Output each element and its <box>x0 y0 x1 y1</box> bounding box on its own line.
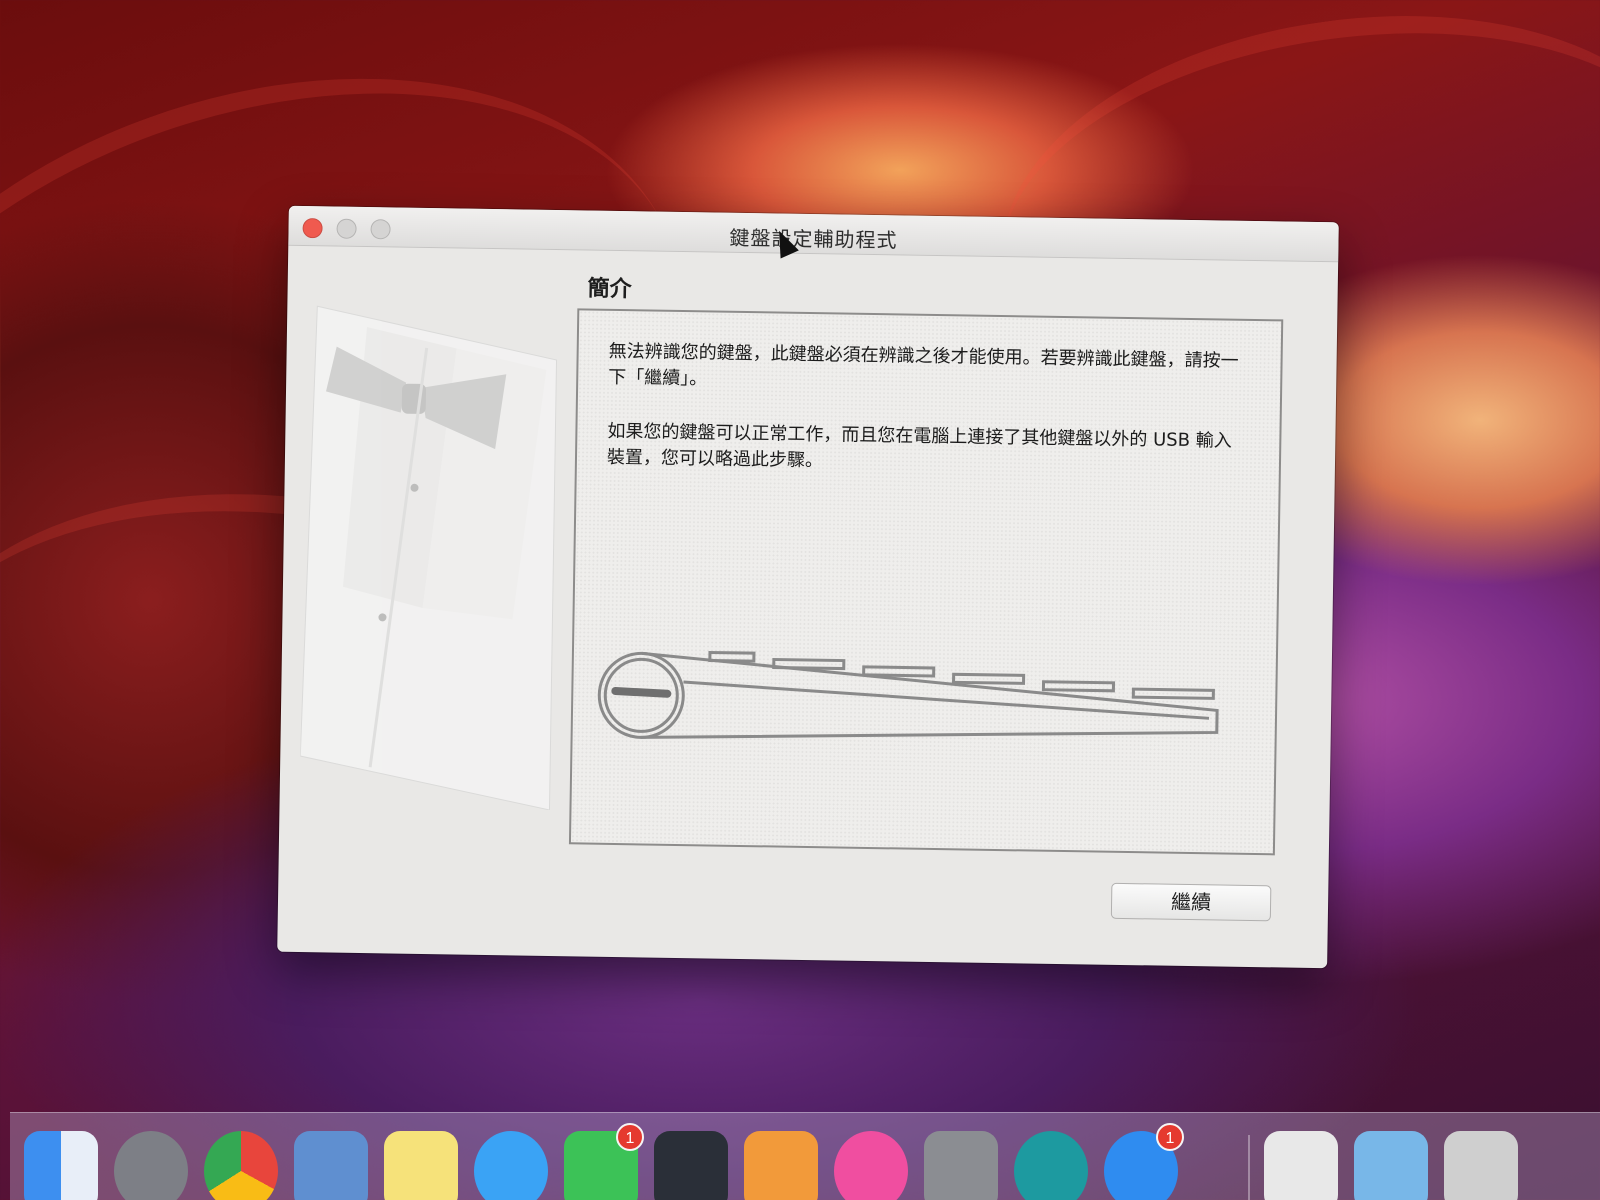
section-title: 簡介 <box>587 276 632 303</box>
intro-paragraph-1: 無法辨識您的鍵盤，此鍵盤必須在辨識之後才能使用。若要辨識此鍵盤，請按一下「繼續」… <box>608 340 1239 390</box>
notes-icon[interactable] <box>384 1131 458 1200</box>
window-title: 鍵盤設定輔助程式 <box>729 225 898 253</box>
intro-paragraph-2: 如果您的鍵盤可以正常工作，而且您在電腦上連接了其他鍵盤以外的 USB 輸入裝置，… <box>606 420 1232 472</box>
messages-icon[interactable] <box>474 1131 548 1200</box>
notification-badge: 1 <box>616 1123 644 1151</box>
numbers-icon[interactable] <box>654 1131 728 1200</box>
pages-icon[interactable] <box>744 1131 818 1200</box>
launchpad-icon[interactable] <box>114 1131 188 1200</box>
screenshot-icon[interactable] <box>1444 1131 1518 1200</box>
keyboard-side-view-icon <box>597 650 1219 739</box>
keyboard-setup-assistant-window: 鍵盤設定輔助程式 簡介 無法辨識您的鍵盤，此鍵盤必須在辨識之後才能使用。若要辨識… <box>277 205 1339 969</box>
facetime-icon[interactable]: 1 <box>564 1123 644 1200</box>
notification-badge: 1 <box>1156 1123 1184 1151</box>
tuxedo-illustration-icon <box>299 305 558 811</box>
mail-icon[interactable] <box>294 1131 368 1200</box>
dock-separator <box>1248 1135 1250 1200</box>
document-icon[interactable] <box>1264 1131 1338 1200</box>
system-preferences-icon[interactable] <box>924 1131 998 1200</box>
arduino-icon[interactable] <box>1014 1131 1088 1200</box>
chrome-icon[interactable] <box>204 1131 278 1200</box>
finder-icon[interactable] <box>24 1131 98 1200</box>
dock: 1 1 <box>10 1112 1600 1200</box>
intro-content-box: 無法辨識您的鍵盤，此鍵盤必須在辨識之後才能使用。若要辨識此鍵盤，請按一下「繼續」… <box>568 308 1284 856</box>
app-store-icon[interactable]: 1 <box>1104 1123 1184 1200</box>
folder-icon[interactable] <box>1354 1131 1428 1200</box>
continue-button[interactable]: 繼續 <box>1110 882 1272 922</box>
itunes-icon[interactable] <box>834 1131 908 1200</box>
